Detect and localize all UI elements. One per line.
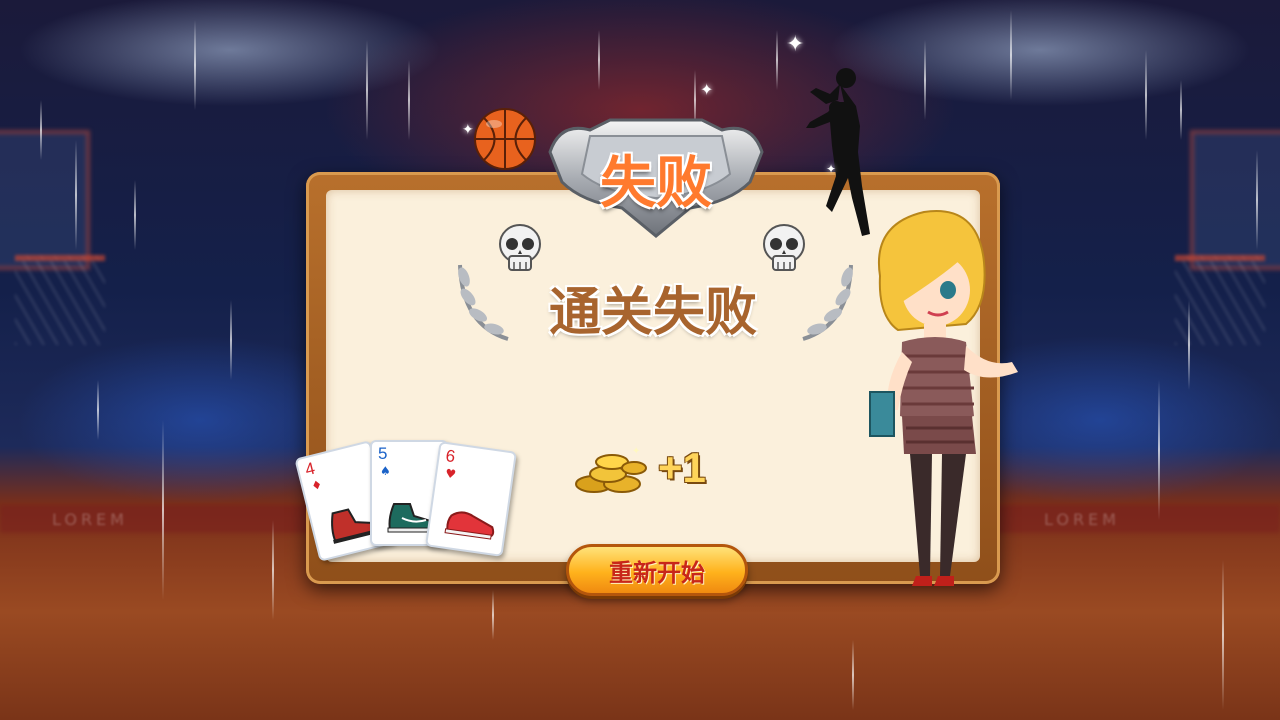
background-hoop-left [15, 255, 105, 345]
hostess-character-icon [869, 210, 1018, 586]
card-6-hearts: 6 ♥ [425, 441, 517, 557]
restart-button[interactable]: 重新开始 [566, 544, 748, 596]
header-title: 失败 [600, 151, 712, 216]
title-shield: 失败 [530, 112, 782, 242]
sparkle-icon: ✦ [826, 162, 837, 176]
card-rank: 4 [303, 458, 317, 480]
card-rank: 6 [444, 446, 457, 467]
sparkle-icon: ✦ [700, 80, 714, 99]
reward-amount: +1 [658, 444, 706, 491]
background-banner-text-right: LOREM [1044, 510, 1120, 529]
card-suit: ♥ [444, 466, 457, 482]
card-rank: 5 [378, 444, 388, 463]
restart-button-label: 重新开始 [609, 558, 705, 587]
result-title: 通关失败 [548, 283, 757, 343]
svg-text:✦: ✦ [632, 446, 640, 457]
gold-coins-icon: ✦ [575, 446, 647, 493]
sparkle-icon: ✦ [462, 122, 474, 138]
sparkle-icon: ✦ [786, 32, 805, 57]
red-sneaker-icon [444, 511, 495, 540]
card-suit: ♦ [309, 477, 324, 494]
background-backboard-right [1190, 130, 1280, 270]
basketball-icon [474, 108, 536, 170]
card-suit: ♠ [380, 464, 391, 478]
background-banner-text-left: LOREM [52, 510, 128, 529]
